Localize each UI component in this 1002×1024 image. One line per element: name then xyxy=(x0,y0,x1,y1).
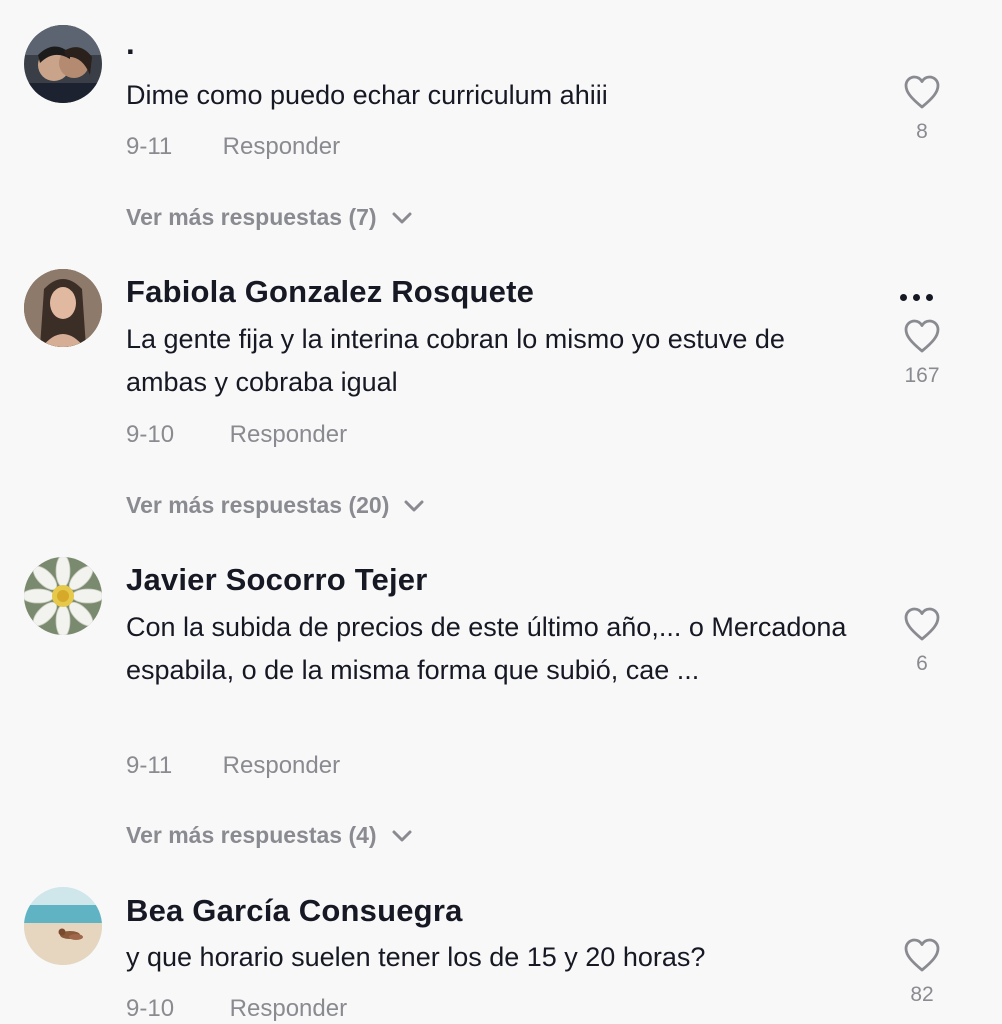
more-replies-label: Ver más respuestas (20) xyxy=(126,492,390,518)
like-button[interactable]: 82 xyxy=(902,937,942,1007)
avatar[interactable] xyxy=(24,557,102,635)
like-button[interactable]: 6 xyxy=(902,606,942,676)
more-replies-button[interactable]: Ver más respuestas (20) xyxy=(126,492,425,519)
like-count: 167 xyxy=(904,364,940,387)
like-button[interactable]: 167 xyxy=(902,318,942,388)
like-count: 6 xyxy=(916,652,928,675)
more-options-icon[interactable] xyxy=(900,288,939,306)
comment-text: Con la subida de precios de este último … xyxy=(126,612,847,685)
more-replies-button[interactable]: Ver más respuestas (7) xyxy=(126,204,413,231)
comment-meta: 9-11 Responder xyxy=(126,133,340,161)
comment-text: y que horario suelen tener los de 15 y 2… xyxy=(126,942,706,972)
chevron-down-icon xyxy=(392,212,412,223)
comment-date: 9-11 xyxy=(126,133,173,160)
reply-button[interactable]: Responder xyxy=(223,133,340,161)
comment-date: 9-10 xyxy=(126,995,175,1022)
comment-username[interactable]: · xyxy=(126,34,137,70)
chevron-down-icon xyxy=(392,830,412,841)
comment-text: La gente fija y la interina cobran lo mi… xyxy=(126,324,785,397)
avatar[interactable] xyxy=(24,269,102,347)
heart-outline-icon xyxy=(904,607,940,641)
comment-date: 9-11 xyxy=(126,752,173,779)
comment-meta: 9-10 Responder xyxy=(126,421,347,449)
comment-username[interactable]: Fabiola Gonzalez Rosquete xyxy=(126,274,534,310)
reply-button[interactable]: Responder xyxy=(230,421,347,449)
reply-button[interactable]: Responder xyxy=(223,752,340,780)
more-replies-button[interactable]: Ver más respuestas (4) xyxy=(126,822,413,849)
heart-outline-icon xyxy=(904,75,940,109)
comment-username[interactable]: Bea García Consuegra xyxy=(126,893,463,929)
comment-username[interactable]: Javier Socorro Tejer xyxy=(126,562,428,598)
avatar[interactable] xyxy=(24,25,102,103)
comment-meta: 9-11 Responder xyxy=(126,752,340,780)
comment-date: 9-10 xyxy=(126,421,175,448)
heart-outline-icon xyxy=(904,938,940,972)
like-count: 8 xyxy=(916,120,928,143)
more-replies-label: Ver más respuestas (4) xyxy=(126,822,377,848)
avatar[interactable] xyxy=(24,887,102,965)
heart-outline-icon xyxy=(904,319,940,353)
comment-text: Dime como puedo echar curriculum ahiii xyxy=(126,80,608,110)
like-button[interactable]: 8 xyxy=(902,74,942,144)
comment-meta: 9-10 Responder xyxy=(126,995,347,1023)
reply-button[interactable]: Responder xyxy=(230,995,347,1023)
like-count: 82 xyxy=(910,983,934,1006)
more-replies-label: Ver más respuestas (7) xyxy=(126,204,377,230)
chevron-down-icon xyxy=(404,500,424,511)
